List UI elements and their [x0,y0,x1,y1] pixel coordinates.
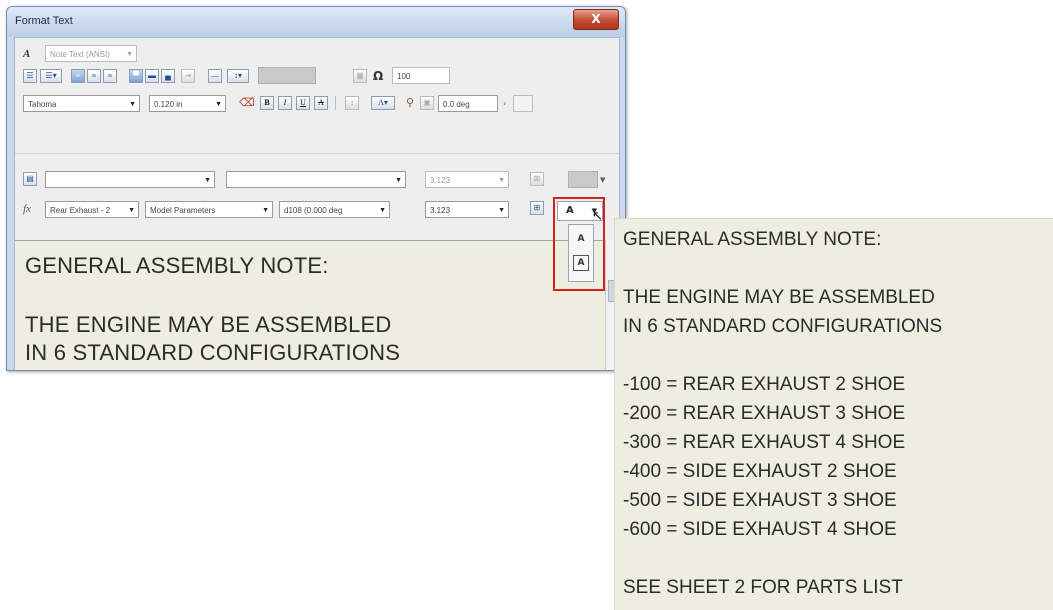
dialog-body: A Note Text (ANSI) ▼ ☰ ☰▾ ≡ ≡ ≡ ▀ ▬ ▄ ⇥ … [14,37,620,370]
precision-value-1: 3.123 [430,176,451,185]
source-dropdown-1[interactable]: ▼ [226,171,406,188]
add-parameter-icon[interactable]: ⊞ [530,201,544,215]
source-value: Model Parameters [150,206,216,215]
note-line: -200 = REAR EXHAUST 3 SHOE [623,403,906,424]
precision-value-2: 3.123 [430,206,451,215]
chevron-right-icon[interactable]: › [503,98,506,110]
editor-line: IN 6 STANDARD CONFIGURATIONS [25,340,401,365]
align-right-button[interactable]: ≡ [103,69,117,83]
text-editor[interactable]: GENERAL ASSEMBLY NOTE: THE ENGINE MAY BE… [15,240,605,370]
style-row: A Note Text (ANSI) ▼ [15,42,619,66]
line-icon[interactable]: — [208,69,222,83]
line-spacing-field[interactable] [258,67,316,84]
align-bottom-button[interactable]: ▄ [161,69,175,83]
component-dropdown-2[interactable]: Rear Exhaust - 2 ▼ [45,201,139,218]
window-title: Format Text [15,15,73,27]
chevron-down-icon: ▼ [128,207,135,214]
precision-dropdown-2[interactable]: 3.123 ▼ [425,201,509,218]
note-line: -300 = REAR EXHAUST 4 SHOE [623,432,906,453]
indent-icon[interactable]: ⇥ [181,69,195,83]
parameter-row-1: ▤ ▼ ▼ 3.123 ▼ ⊠ ▼ [15,168,619,192]
underline-button[interactable]: U [296,96,310,110]
insert-parameter-icon[interactable]: ⊠ [530,172,544,186]
chevron-down-icon: ▼ [498,207,505,214]
parameter-value: d108 (0.000 deg [284,206,343,215]
font-dropdown[interactable]: Tahoma ▼ [23,95,140,112]
precision-dropdown-1[interactable]: 3.123 ▼ [425,171,509,188]
mouse-pointer-icon: ↖ [592,209,603,224]
align-left-button[interactable]: ≡ [71,69,85,83]
chevron-down-icon: ▼ [215,101,222,108]
stretch-value: 100 [397,72,411,81]
align-middle-button[interactable]: ▬ [145,69,159,83]
symbol-icon[interactable]: Ω [373,70,383,82]
numbering-dropdown-icon[interactable]: ☰▾ [40,69,62,83]
text-color-dropdown-icon[interactable]: A▾ [371,96,395,110]
chevron-down-icon: ▼ [129,101,136,108]
note-line: -600 = SIDE EXHAUST 4 SHOE [623,519,897,540]
line-spacing-dropdown-icon[interactable]: ↕▾ [227,69,249,83]
table-icon[interactable]: ▤ [23,172,37,186]
close-button[interactable]: X [573,9,619,30]
border-icon[interactable]: ▣ [420,96,434,110]
note-line: IN 6 STANDARD CONFIGURATIONS [623,316,943,337]
chevron-down-icon: ▼ [395,177,402,184]
note-line: -400 = SIDE EXHAUST 2 SHOE [623,461,897,482]
note-line: GENERAL ASSEMBLY NOTE: [623,229,882,250]
chevron-down-icon: ▼ [498,177,505,184]
rotation-tail [513,95,533,112]
align-top-button[interactable]: ▀ [129,69,143,83]
note-preview: GENERAL ASSEMBLY NOTE: THE ENGINE MAY BE… [614,218,1053,610]
text-style-icon: A [23,48,31,60]
strikethrough-button[interactable]: A [314,96,328,110]
bullets-icon[interactable]: ☰ [23,69,37,83]
group-divider [15,153,619,154]
fill-icon[interactable]: ⚲ [406,97,414,109]
rotation-value: 0.0 deg [443,100,470,109]
note-line: THE ENGINE MAY BE ASSEMBLED [623,287,935,308]
text-style-dropdown[interactable]: Note Text (ANSI) ▼ [45,45,137,62]
font-size-value: 0.120 in [154,100,183,109]
chevron-down-icon[interactable]: ▼ [600,174,605,186]
align-center-button[interactable]: ≡ [87,69,101,83]
bold-button[interactable]: B [260,96,274,110]
source-dropdown-2[interactable]: Model Parameters ▼ [145,201,273,218]
component-dropdown-1[interactable]: ▼ [45,171,215,188]
paragraph-row: ☰ ☰▾ ≡ ≡ ≡ ▀ ▬ ▄ ⇥ — ↕▾ ▦ Ω 100 [15,66,619,90]
rotation-input[interactable]: 0.0 deg [438,95,498,112]
chevron-down-icon: ▼ [262,207,269,214]
stack-icon[interactable]: ▦ [353,69,367,83]
note-line: -500 = SIDE EXHAUST 3 SHOE [623,490,897,511]
italic-button[interactable]: I [278,96,292,110]
parameter-dropdown[interactable]: d108 (0.000 deg ▼ [279,201,390,218]
toolbar-separator [335,96,336,110]
component-value: Rear Exhaust - 2 [50,206,111,215]
chevron-down-icon: ▼ [379,207,386,214]
font-row: Tahoma ▼ 0.120 in ▼ ⌫ B I U A ↕ A▾ ⚲ ▣ 0… [15,92,619,116]
chevron-down-icon: ▼ [126,51,133,58]
title-bar: Format Text X [7,7,625,37]
stretch-input[interactable]: 100 [392,67,450,84]
font-size-dropdown[interactable]: 0.120 in ▼ [149,95,226,112]
format-text-dialog: Format Text X A Note Text (ANSI) ▼ ☰ ☰▾ … [6,6,626,371]
function-icon: fx [23,203,31,215]
eraser-icon[interactable]: ⌫ [239,97,255,109]
parameter-row-2: fx Rear Exhaust - 2 ▼ Model Parameters ▼… [15,198,619,222]
editor-line: THE ENGINE MAY BE ASSEMBLED [25,312,392,337]
note-line: -100 = REAR EXHAUST 2 SHOE [623,374,906,395]
text-style-value: Note Text (ANSI) [50,50,110,59]
font-name-value: Tahoma [28,100,57,109]
editor-line: GENERAL ASSEMBLY NOTE: [25,253,329,278]
chevron-down-icon: ▼ [204,177,211,184]
case-icon[interactable]: ↕ [345,96,359,110]
note-line: SEE SHEET 2 FOR PARTS LIST [623,577,903,598]
color-swatch[interactable] [568,171,598,188]
